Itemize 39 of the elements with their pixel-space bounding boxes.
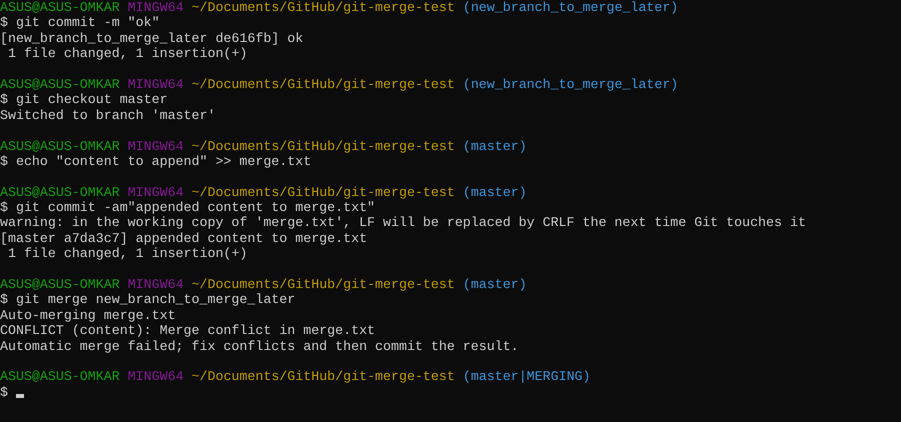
- command-line: $ git commit -m "ok": [0, 15, 160, 30]
- user-host: ASUS@ASUS-OMKAR: [0, 184, 120, 200]
- output-line: CONFLICT (content): Merge conflict in merge.txt: [0, 323, 376, 338]
- branch-name: (new_branch_to_merge_later): [462, 0, 678, 15]
- output-line: Auto-merging merge.txt: [0, 308, 176, 323]
- branch-name: (master): [462, 184, 527, 200]
- user-host: ASUS@ASUS-OMKAR: [0, 0, 120, 15]
- directory-path: ~/Documents/GitHub/git-merge-test: [192, 138, 455, 154]
- output-line: Automatic merge failed; fix conflicts and then commit the result.: [0, 338, 519, 354]
- directory-path: ~/Documents/GitHub/git-merge-test: [192, 277, 455, 292]
- output-line: 1 file changed, 1 insertion(+): [6, 246, 248, 262]
- environment-label: MINGW64: [128, 369, 184, 384]
- directory-path: ~/Documents/GitHub/git-merge-test: [192, 0, 455, 15]
- user-host: ASUS@ASUS-OMKAR: [0, 138, 120, 154]
- prompt-symbol: $: [0, 384, 8, 400]
- branch-name: (master): [462, 138, 527, 154]
- command-line: $ echo "content to append" >> merge.txt: [0, 154, 312, 169]
- output-line: warning: in the working copy of 'merge.txt', LF will be replaced by CRLF the next time Git touches it: [0, 215, 806, 230]
- user-host: ASUS@ASUS-OMKAR: [0, 369, 120, 384]
- directory-path: ~/Documents/GitHub/git-merge-test: [192, 369, 455, 384]
- directory-path: ~/Documents/GitHub/git-merge-test: [192, 76, 455, 92]
- environment-label: MINGW64: [128, 76, 184, 92]
- user-host: ASUS@ASUS-OMKAR: [0, 76, 120, 92]
- command-line: $ git merge new_branch_to_merge_later: [0, 292, 296, 308]
- branch-name: (new_branch_to_merge_later): [462, 76, 678, 92]
- directory-path: ~/Documents/GitHub/git-merge-test: [192, 184, 455, 200]
- environment-label: MINGW64: [128, 184, 184, 200]
- command-line: $ git commit -am"appended content to merge.txt": [0, 200, 376, 216]
- branch-name: (master): [462, 277, 527, 292]
- environment-label: MINGW64: [128, 277, 184, 292]
- user-host: ASUS@ASUS-OMKAR: [0, 277, 120, 292]
- branch-name: (master|MERGING): [462, 369, 591, 384]
- output-line: [master a7da3c7] appended content to merge.txt: [0, 230, 368, 246]
- output-line: Switched to branch 'master': [0, 108, 216, 123]
- output-line: [new_branch_to_merge_later de616fb] ok: [0, 30, 304, 46]
- environment-label: MINGW64: [128, 138, 184, 154]
- command-line: $ git checkout master: [0, 92, 168, 108]
- environment-label: MINGW64: [128, 0, 184, 15]
- output-line: 1 file changed, 1 insertion(+): [6, 46, 248, 62]
